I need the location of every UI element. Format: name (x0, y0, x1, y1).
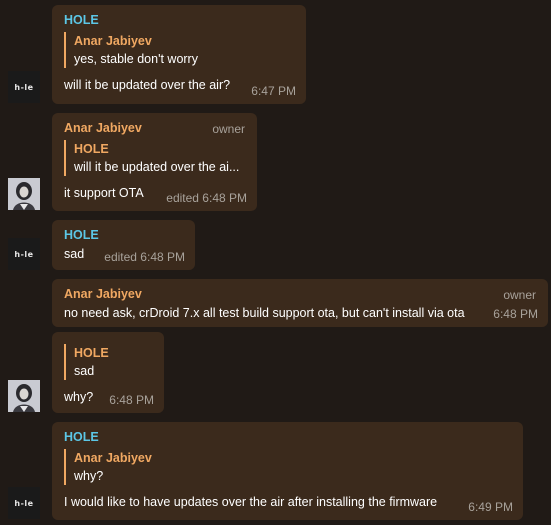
reply-text: will it be updated over the ai... (74, 160, 240, 174)
avatar-label: h-le (14, 249, 34, 259)
reply-text: sad (74, 364, 95, 378)
role-badge: owner (212, 122, 245, 136)
reply-text: why? (74, 469, 104, 483)
reply-sender: Anar Jabiyev (74, 451, 152, 465)
reply-sender: Anar Jabiyev (74, 34, 152, 48)
message-time: edited 6:48 PM (104, 250, 185, 264)
message-text: I would like to have updates over the ai… (64, 495, 438, 509)
reply-quote[interactable]: Anar Jabiyev yes, stable don't worry (64, 32, 296, 68)
reply-quote[interactable]: Anar Jabiyev why? (64, 449, 513, 485)
reply-text: yes, stable don't worry (74, 52, 198, 66)
sender-name[interactable]: HOLE (64, 429, 513, 445)
message-text: no need ask, crDroid 7.x all test build … (64, 306, 465, 320)
message-bubble[interactable]: HOLE sad why? 6:48 PM (52, 332, 164, 413)
message-time: 6:48 PM (493, 307, 538, 321)
message-time: 6:47 PM (251, 84, 296, 98)
message-time: 6:48 PM (109, 393, 154, 407)
message-bubble[interactable]: Anar Jabiyev owner no need ask, crDroid … (52, 279, 548, 327)
message-bubble[interactable]: HOLE Anar Jabiyev yes, stable don't worr… (52, 5, 306, 104)
message-time: edited 6:48 PM (166, 191, 247, 205)
message-bubble[interactable]: Anar Jabiyev owner HOLE will it be updat… (52, 113, 257, 211)
reply-quote[interactable]: HOLE will it be updated over the ai... (64, 140, 247, 176)
avatar-anar[interactable] (8, 178, 40, 210)
avatar-hole[interactable]: h-le (8, 487, 40, 519)
message-bubble[interactable]: HOLE Anar Jabiyev why? I would like to h… (52, 422, 523, 520)
role-badge: owner (503, 288, 536, 302)
sender-name[interactable]: HOLE (64, 227, 185, 243)
avatar-hole[interactable]: h-le (8, 238, 40, 270)
avatar-label: h-le (14, 82, 34, 92)
reply-quote[interactable]: HOLE sad (64, 344, 154, 380)
sender-name[interactable]: Anar Jabiyev (64, 286, 538, 302)
avatar-hole[interactable]: h-le (8, 71, 40, 103)
reply-sender: HOLE (74, 346, 109, 360)
message-bubble[interactable]: HOLE sad edited 6:48 PM (52, 220, 195, 270)
reply-sender: HOLE (74, 142, 109, 156)
avatar-anar[interactable] (8, 380, 40, 412)
avatar-label: h-le (14, 498, 34, 508)
sender-name[interactable]: HOLE (64, 12, 296, 28)
message-time: 6:49 PM (468, 500, 513, 514)
